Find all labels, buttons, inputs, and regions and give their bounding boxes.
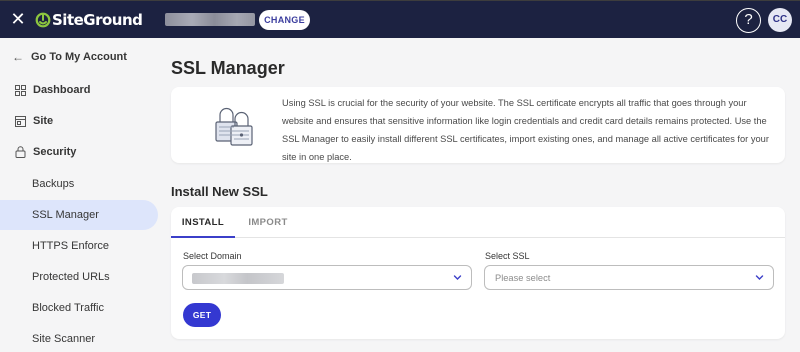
site-icon <box>15 115 26 127</box>
sidebar-item-label: Backups <box>32 178 75 190</box>
page-title: SSL Manager <box>171 58 285 78</box>
change-site-button[interactable]: CHANGE <box>259 10 310 30</box>
close-icon[interactable]: ✕ <box>10 10 26 28</box>
site-name-redacted <box>165 13 255 26</box>
chevron-down-icon <box>453 275 462 280</box>
sidebar-item-label: SSL Manager <box>32 209 99 221</box>
grid-icon <box>15 84 26 96</box>
sidebar-item-label: Site Scanner <box>32 333 95 345</box>
sidebar-item-label: Blocked Traffic <box>32 302 104 314</box>
select-domain-dropdown[interactable] <box>182 265 472 290</box>
sidebar-item-https-enforce[interactable]: HTTPS Enforce <box>0 231 158 261</box>
siteground-logo-icon <box>35 12 51 28</box>
go-to-account-label: Go To My Account <box>31 51 127 63</box>
sidebar-item-blocked-traffic[interactable]: Blocked Traffic <box>0 293 158 323</box>
sidebar-item-security[interactable]: Security <box>0 137 158 167</box>
siteground-logo[interactable]: SiteGround <box>35 10 143 30</box>
tab-import[interactable]: IMPORT <box>237 207 299 238</box>
user-avatar[interactable]: CC <box>768 8 792 32</box>
go-to-account-link[interactable]: ← Go To My Account <box>0 42 158 72</box>
lock-icon <box>15 146 26 158</box>
sidebar-item-site[interactable]: Site <box>0 106 158 136</box>
sidebar-item-label: Dashboard <box>33 84 91 96</box>
padlocks-illustration-icon <box>211 102 261 152</box>
get-ssl-button[interactable]: GET <box>183 303 221 327</box>
sidebar: ← Go To My Account Dashboard Site Securi… <box>0 38 160 352</box>
install-ssl-title: Install New SSL <box>171 184 268 199</box>
sidebar-item-label: Security <box>33 146 77 158</box>
select-ssl-label: Select SSL <box>485 251 530 261</box>
chevron-down-icon <box>755 275 764 280</box>
sidebar-item-label: Site <box>33 115 54 127</box>
sidebar-item-backups[interactable]: Backups <box>0 169 158 199</box>
select-domain-label: Select Domain <box>183 251 242 261</box>
tab-bar: INSTALL IMPORT <box>171 207 785 238</box>
sidebar-item-site-scanner[interactable]: Site Scanner <box>0 324 158 352</box>
sidebar-item-label: Protected URLs <box>32 271 110 283</box>
arrow-left-icon: ← <box>12 50 24 64</box>
sidebar-item-label: HTTPS Enforce <box>32 240 110 252</box>
ssl-info-text: Using SSL is crucial for the security of… <box>282 98 769 162</box>
sidebar-item-ssl-manager[interactable]: SSL Manager <box>0 200 158 230</box>
brand-name: SiteGround <box>52 11 143 29</box>
install-ssl-card: INSTALL IMPORT Select Domain Select SSL … <box>171 207 785 339</box>
sidebar-item-dashboard[interactable]: Dashboard <box>0 75 158 105</box>
selected-domain-redacted <box>192 273 284 284</box>
help-button[interactable]: ? <box>736 8 761 33</box>
sidebar-item-protected-urls[interactable]: Protected URLs <box>0 262 158 292</box>
info-card: Using SSL is crucial for the security of… <box>171 87 785 163</box>
select-ssl-placeholder: Please select <box>495 273 551 283</box>
top-bar: ✕ SiteGround CHANGE ? CC <box>0 0 800 38</box>
select-ssl-dropdown[interactable]: Please select <box>484 265 774 290</box>
tab-install[interactable]: INSTALL <box>171 207 235 238</box>
